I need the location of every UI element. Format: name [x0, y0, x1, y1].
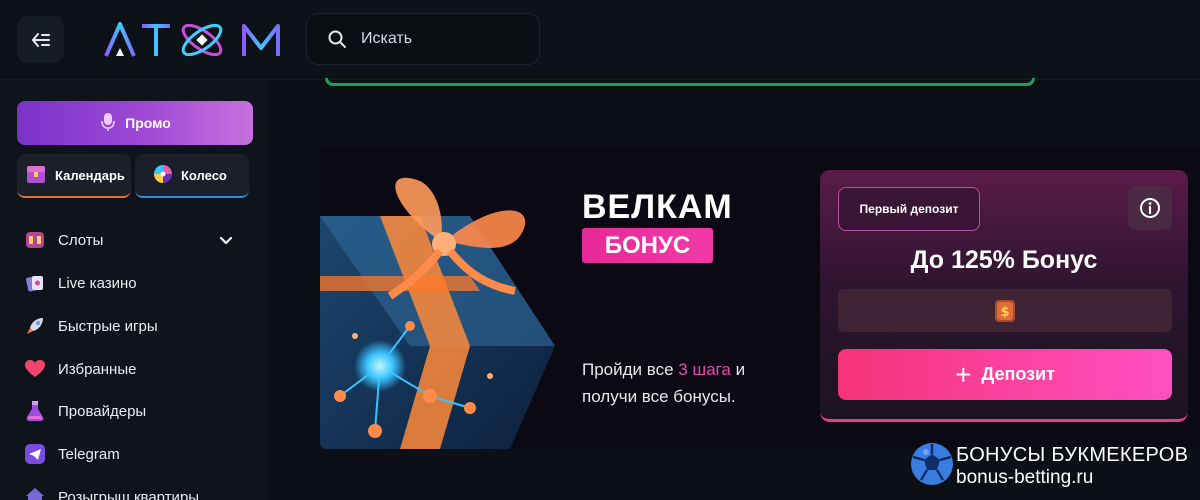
atom-logo[interactable] — [104, 18, 284, 62]
playing-cards-icon — [24, 272, 46, 294]
calendar-chest-icon — [25, 163, 47, 188]
svg-text:$: $ — [1000, 305, 1009, 320]
top-header: Искать — [0, 0, 1200, 80]
gift-box-illustration — [320, 177, 555, 449]
desc-text-pre: Пройди все — [582, 360, 679, 379]
telegram-icon — [24, 443, 46, 465]
sidebar-item-label: Live казино — [58, 274, 137, 292]
sidebar-item-label: Быстрые игры — [58, 317, 158, 335]
watermark-title: БОНУСЫ БУКМЕКЕРОВ — [956, 444, 1189, 466]
banner-description: Пройди все 3 шага и получи все бонусы. — [582, 356, 782, 410]
sidebar-item-providers[interactable]: Провайдеры — [24, 397, 244, 425]
sidebar-item-apartment-draw[interactable]: Розыгрыш квартиры — [24, 483, 244, 500]
house-icon — [24, 486, 46, 500]
collapse-menu-icon — [31, 32, 50, 47]
wheel-button[interactable]: Колесо — [135, 154, 249, 198]
sidebar-item-label: Избранные — [58, 360, 137, 378]
sidebar-item-telegram[interactable]: Telegram — [24, 440, 244, 468]
search-box[interactable]: Искать — [306, 13, 540, 65]
sidebar-item-slots[interactable]: Слоты — [24, 226, 244, 254]
carousel-strip — [325, 78, 1035, 86]
bonus-amount-title: До 125% Бонус — [910, 246, 1098, 274]
sidebar: Промо Календарь Колесо Слоты Live казино… — [0, 80, 268, 500]
sidebar-item-label: Розыгрыш квартиры — [58, 488, 200, 500]
sidebar-item-favorites[interactable]: Избранные — [24, 355, 244, 383]
plus-icon: + — [955, 358, 972, 390]
deposit-button[interactable]: + Депозит — [838, 349, 1172, 400]
banner-title: ВЕЛКАМ — [582, 188, 733, 226]
search-input[interactable]: Искать — [361, 30, 412, 48]
sidebar-item-label: Провайдеры — [58, 402, 147, 420]
promo-button[interactable]: Промо — [17, 101, 253, 145]
promo-label: Промо — [125, 115, 171, 131]
wheel-label: Колесо — [181, 167, 227, 183]
heart-icon — [24, 358, 46, 380]
chevron-down-icon[interactable] — [218, 232, 234, 248]
banner-tag: БОНУС — [582, 228, 713, 263]
sidebar-item-live-casino[interactable]: Live казино — [24, 269, 244, 297]
soccer-ball-icon — [911, 443, 953, 485]
microphone-icon — [99, 112, 117, 135]
fortune-wheel-icon — [153, 164, 173, 187]
deposit-label: Депозит — [981, 364, 1055, 384]
watermark-url[interactable]: bonus-betting.ru — [956, 467, 1093, 489]
sidebar-item-fast-games[interactable]: Быстрые игры — [24, 312, 244, 340]
first-deposit-card: Первый депозит До 125% Бонус $ + Депозит — [820, 170, 1188, 422]
info-button[interactable] — [1128, 186, 1172, 230]
search-icon — [328, 30, 346, 48]
calendar-button[interactable]: Календарь — [17, 154, 131, 198]
slots-icon — [24, 229, 46, 251]
calendar-label: Календарь — [55, 167, 125, 183]
coin-chest-icon: $ — [995, 299, 1015, 322]
sidebar-item-label: Telegram — [58, 445, 120, 463]
reward-slot: $ — [838, 289, 1172, 332]
collapse-menu-button[interactable] — [17, 16, 64, 63]
rocket-icon — [24, 315, 46, 337]
watermark: БОНУСЫ БУКМЕКЕРОВ bonus-betting.ru — [908, 440, 1200, 500]
desc-highlight: 3 шага — [678, 360, 731, 379]
sidebar-item-label: Слоты — [58, 231, 104, 249]
info-icon — [1140, 198, 1160, 218]
first-deposit-chip[interactable]: Первый депозит — [838, 187, 980, 231]
potion-flask-icon — [24, 400, 46, 422]
